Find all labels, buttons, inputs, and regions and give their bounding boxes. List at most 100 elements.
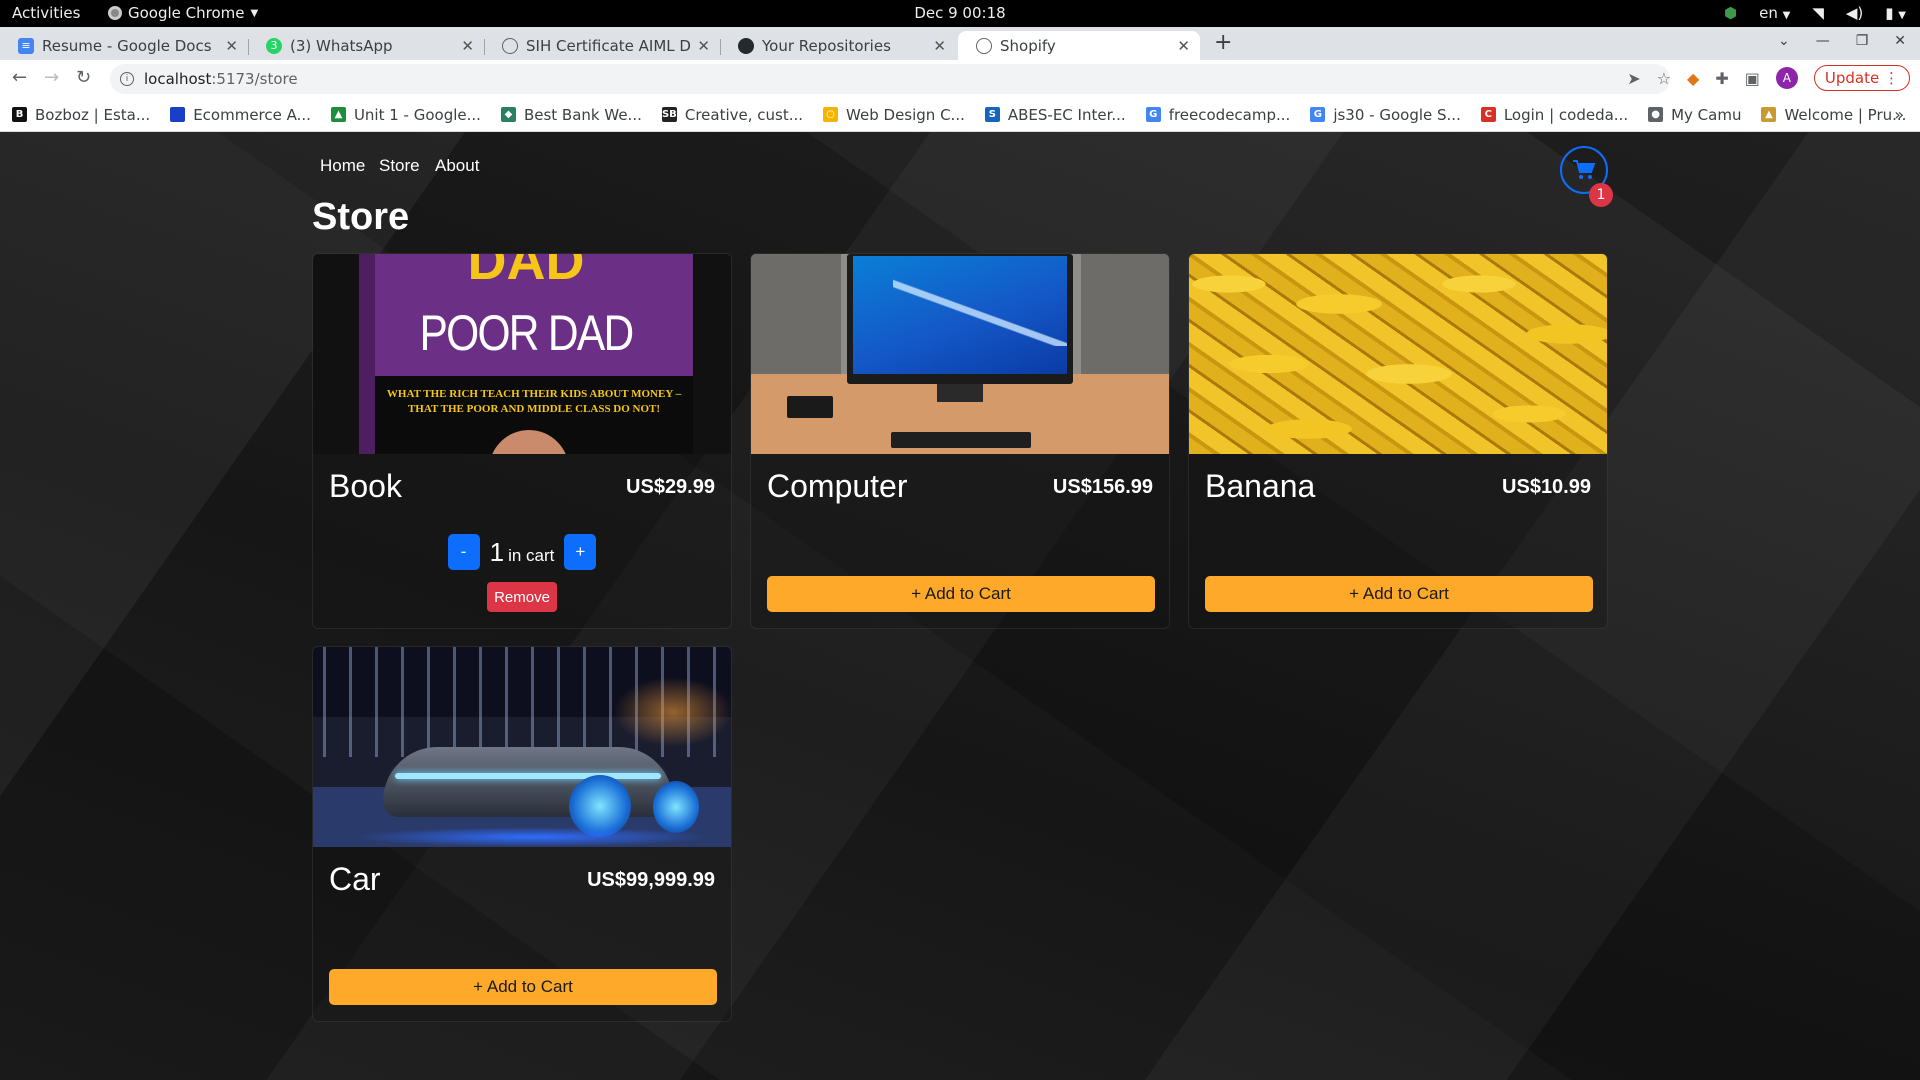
tab-title: (3) WhatsApp [290, 36, 393, 55]
tab-title: Resume - Google Docs [42, 36, 212, 55]
whatsapp-icon: 3 [266, 37, 282, 54]
page-viewport: Home Store About 1 Store DAD POOR DAD WH… [0, 132, 1920, 1080]
tab-shopify[interactable]: Shopify ✕ [958, 31, 1200, 60]
close-window-icon[interactable]: ✕ [1894, 33, 1906, 49]
book-cover-title-top: DAD [467, 254, 585, 291]
back-icon[interactable]: ← [12, 67, 27, 88]
address-bar[interactable]: i localhost:5173/store [110, 64, 1670, 94]
browser-toolbar: ← → ↻ i localhost:5173/store ➤ ☆ ◆ ✚ ▣ A… [0, 60, 1920, 98]
tab-whatsapp[interactable]: 3 (3) WhatsApp ✕ [248, 31, 484, 60]
close-icon[interactable]: ✕ [461, 37, 474, 55]
bookmark-label: Web Design C... [846, 105, 965, 124]
bookmark-item[interactable]: S ABES-EC Inter... [984, 105, 1126, 124]
bookmark-label: Creative, cust... [684, 105, 804, 124]
bookmark-item[interactable]: ○ Web Design C... [823, 106, 965, 124]
reload-icon[interactable]: ↻ [76, 67, 91, 88]
update-button[interactable]: Update ⋮ [1813, 65, 1910, 91]
bookmark-item[interactable]: Gjs30 - Google S... [1310, 106, 1461, 124]
nav-store-link[interactable]: Store [379, 156, 420, 176]
bookmark-favicon-icon: ● [1648, 107, 1664, 122]
remove-button[interactable]: Remove [487, 582, 557, 612]
bookmark-favicon-icon: ▲ [330, 107, 346, 122]
site-navbar: Home Store About 1 [312, 146, 1613, 207]
minimize-icon[interactable]: — [1816, 33, 1830, 49]
product-card-car: Car US$99,999.99 + Add to Cart [312, 646, 732, 1022]
bookmark-favicon-icon: ▲ [1761, 107, 1777, 122]
nav-about-link[interactable]: About [435, 156, 479, 176]
battery-icon: ▮ ▼ [1885, 4, 1906, 22]
product-card-book: DAD POOR DAD WHAT THE RICH TEACH THEIR K… [312, 253, 732, 629]
page-title: Store [312, 196, 410, 238]
bookmark-item[interactable]: Ecommerce A... [170, 106, 311, 124]
url-path: :5173/store [211, 70, 298, 88]
tab-title: SIH Certificate AIML Dept [526, 36, 691, 55]
globe-icon [976, 37, 992, 54]
bookmark-favicon-icon: C [1480, 107, 1496, 122]
tab-search-icon[interactable]: ⌄ [1778, 33, 1790, 49]
nav-home-link[interactable]: Home [320, 156, 365, 176]
bookmark-label: Ecommerce A... [193, 105, 311, 124]
github-icon [738, 37, 754, 54]
book-cover-title-main: POOR DAD [419, 305, 634, 361]
book-cover-tagline-2: THAT THE POOR AND MIDDLE CLASS DO NOT! [407, 403, 661, 415]
bookmark-label: freecodecamp... [1168, 105, 1291, 124]
profile-avatar[interactable]: A [1775, 67, 1798, 89]
bookmark-favicon-icon: G [1310, 107, 1326, 122]
bookmark-item[interactable]: C Login | codeda... [1480, 106, 1628, 124]
bookmark-favicon-icon: G [1145, 107, 1161, 122]
shield-icon: ⬢ [1723, 4, 1738, 22]
bookmarks-bar: B Bozboz | Esta... Ecommerce A... ▲ Unit 1 -… [0, 98, 1920, 132]
bookmark-label: ABES-EC Inter... [1007, 105, 1126, 124]
car-image [313, 647, 731, 847]
tab-repositories[interactable]: Your Repositories ✕ [720, 31, 956, 60]
language-label: en [1759, 4, 1778, 22]
bookmark-item[interactable]: ● My Camu [1648, 106, 1741, 124]
bookmark-label: Best Bank We... [523, 105, 642, 124]
product-name: Book [329, 468, 402, 504]
send-icon[interactable]: ➤ [1627, 69, 1640, 88]
quantity-controls: - 1 in cart + [313, 534, 731, 570]
language-indicator[interactable]: en ▼ [1759, 4, 1790, 22]
bookmark-favicon-icon: ◆ [500, 107, 516, 122]
clock[interactable]: Dec 9 00:18 [0, 4, 1920, 22]
tab-title: Shopify [1000, 36, 1056, 55]
restore-icon[interactable]: ❐ [1856, 33, 1869, 49]
system-tray[interactable]: ⬢ en ▼ ◥ ◀) ▮ ▼ [1724, 4, 1906, 22]
more-bookmarks-icon[interactable]: » [1894, 105, 1904, 124]
computer-image [751, 254, 1169, 454]
close-icon[interactable]: ✕ [1177, 37, 1190, 55]
extensions-icon[interactable]: ✚ [1715, 69, 1728, 88]
decrease-quantity-button[interactable]: - [447, 534, 480, 570]
system-top-bar: Activities Google Chrome ▼ Dec 9 00:18 ⬢… [0, 0, 1920, 27]
bookmark-item[interactable]: ▲ Unit 1 - Google... [330, 106, 481, 124]
bookmark-item[interactable]: SB Creative, cust... [661, 105, 804, 124]
add-to-cart-button[interactable]: + Add to Cart [1205, 576, 1593, 612]
tab-resume[interactable]: ≡ Resume - Google Docs ✕ [0, 31, 248, 60]
cart-count-badge: 1 [1589, 183, 1613, 207]
docs-icon: ≡ [18, 37, 34, 54]
close-icon[interactable]: ✕ [933, 37, 946, 55]
increase-quantity-button[interactable]: + [564, 534, 597, 570]
metamask-icon[interactable]: ◆ [1687, 69, 1699, 88]
tab-sih-certificate[interactable]: SIH Certificate AIML Dept ✕ [484, 31, 720, 60]
close-icon[interactable]: ✕ [697, 37, 710, 55]
site-info-icon[interactable]: i [120, 72, 134, 86]
bookmark-star-icon[interactable]: ☆ [1657, 69, 1671, 88]
add-to-cart-button[interactable]: + Add to Cart [767, 576, 1155, 612]
cart-quantity: 1 in cart [490, 537, 555, 568]
new-tab-button[interactable]: + [1214, 30, 1232, 55]
product-price: US$10.99 [1502, 476, 1591, 498]
bookmark-item[interactable]: ▲ Welcome | Pru... [1761, 106, 1906, 124]
product-card-banana: Banana US$10.99 + Add to Cart [1188, 253, 1608, 629]
bookmark-favicon-icon: S [984, 107, 1000, 122]
forward-icon[interactable]: → [44, 67, 59, 88]
product-price: US$29.99 [626, 476, 715, 498]
bookmark-item[interactable]: ◆ Best Bank We... [500, 105, 642, 124]
add-to-cart-button[interactable]: + Add to Cart [329, 969, 717, 1005]
side-panel-icon[interactable]: ▣ [1745, 69, 1760, 88]
tab-strip: ≡ Resume - Google Docs ✕ 3 (3) WhatsApp … [0, 27, 1920, 60]
close-icon[interactable]: ✕ [225, 37, 238, 55]
bookmark-item[interactable]: B Bozboz | Esta... [12, 106, 150, 124]
product-card-computer: Computer US$156.99 + Add to Cart [750, 253, 1170, 629]
bookmark-item[interactable]: Gfreecodecamp... [1145, 105, 1291, 124]
